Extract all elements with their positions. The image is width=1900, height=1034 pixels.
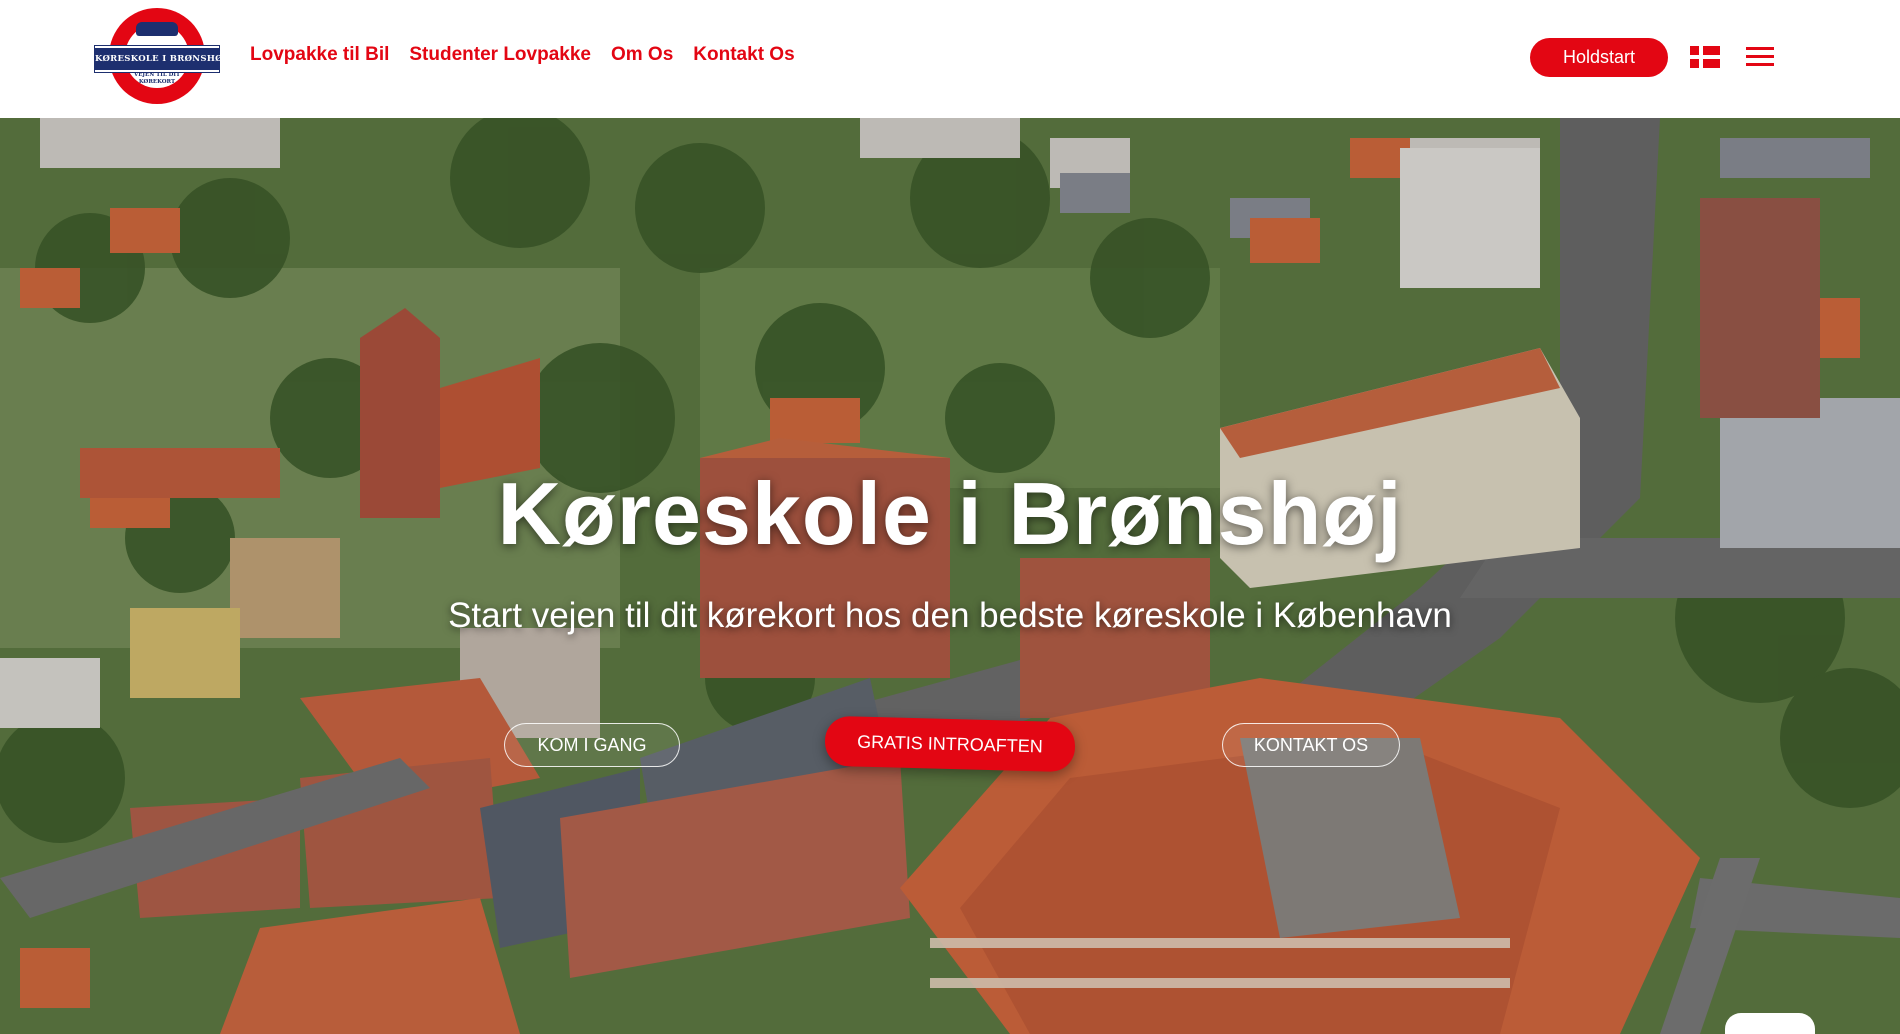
chat-widget-tab[interactable] <box>1725 1013 1815 1034</box>
danish-flag-icon[interactable] <box>1690 46 1720 68</box>
site-logo[interactable]: KØRESKOLE I BRØNSHØJ VEJEN TIL DIT KØREK… <box>95 8 227 108</box>
hero-title: Køreskole i Brønshøj <box>497 464 1403 563</box>
hamburger-menu-icon[interactable] <box>1746 45 1774 67</box>
gratis-introaften-button[interactable]: GRATIS INTROAFTEN <box>824 715 1076 773</box>
aerial-city-photo <box>0 118 1900 1034</box>
kom-i-gang-button[interactable]: KOM I GANG <box>504 723 680 767</box>
car-icon <box>136 22 178 36</box>
site-header: KØRESKOLE I BRØNSHØJ VEJEN TIL DIT KØREK… <box>0 0 1900 118</box>
holdstart-button[interactable]: Holdstart <box>1530 38 1668 77</box>
kontakt-os-button[interactable]: KONTAKT OS <box>1222 723 1400 767</box>
nav-link-studenter-lovpakke[interactable]: Studenter Lovpakke <box>409 44 591 66</box>
logo-text: KØRESKOLE I BRØNSHØJ <box>95 46 227 72</box>
logo-tagline: VEJEN TIL DIT KØREKORT <box>133 72 181 85</box>
hero-subtitle: Start vejen til dit kørekort hos den bed… <box>448 596 1452 635</box>
nav-link-kontakt-os[interactable]: Kontakt Os <box>693 44 794 66</box>
nav-link-lovpakke-til-bil[interactable]: Lovpakke til Bil <box>250 44 389 66</box>
main-nav: Lovpakke til Bil Studenter Lovpakke Om O… <box>250 44 795 66</box>
nav-link-om-os[interactable]: Om Os <box>611 44 673 66</box>
hero-section: Køreskole i Brønshøj Start vejen til dit… <box>0 118 1900 1034</box>
